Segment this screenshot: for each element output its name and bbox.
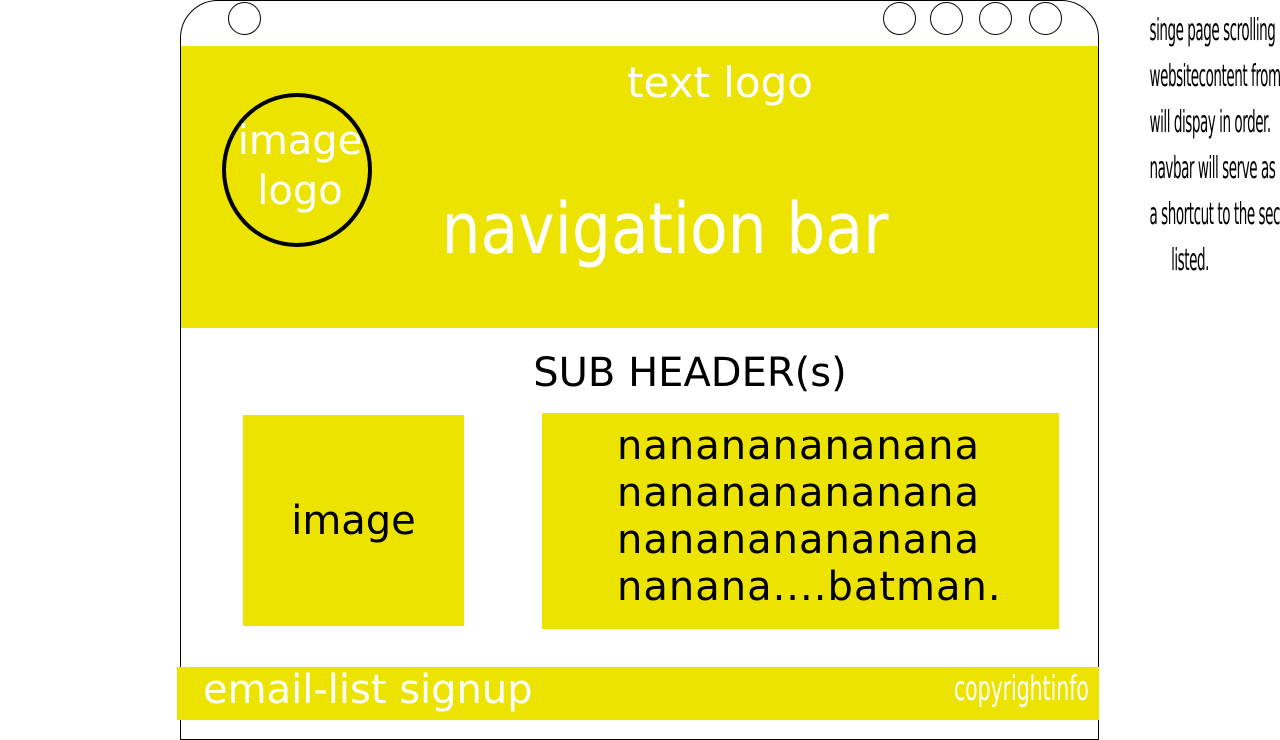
image-placeholder: image [243, 415, 464, 626]
note-line: listed. [1171, 243, 1209, 278]
note-line: will dispay in order. [1149, 105, 1272, 140]
text-line: nanananananana [617, 423, 981, 469]
note-line: a shortcut to the sections [1149, 197, 1280, 232]
note-line: navbar will serve as [1149, 151, 1276, 186]
navigation-bar-title: navigation bar [441, 188, 889, 270]
window-circle-button-left[interactable] [228, 2, 261, 35]
text-content-box: nanananananana nanananananana nanananana… [542, 413, 1059, 629]
email-list-signup[interactable]: email-list signup [203, 667, 533, 713]
window-circle-button-1[interactable] [883, 2, 916, 35]
text-content: nanananananana nanananananana nanananana… [617, 423, 1002, 611]
window-circle-button-2[interactable] [930, 2, 963, 35]
text-line: nanana....batman. [617, 564, 1002, 610]
text-line: nanananananana [617, 470, 981, 516]
copyright-info: copyrightinfo [954, 669, 1089, 709]
sub-header: SUB HEADER(s) [533, 350, 847, 396]
image-placeholder-label: image [291, 497, 416, 544]
footer: email-list signup copyrightinfo [177, 667, 1099, 720]
window-circle-button-4[interactable] [1029, 2, 1062, 35]
window-circle-button-3[interactable] [979, 2, 1012, 35]
note-line: singe page scrolling [1149, 13, 1276, 48]
note-line: websitecontent from navbar [1149, 59, 1280, 94]
image-logo-label: image logo [237, 118, 363, 214]
text-line: nanananananana [617, 517, 981, 563]
annotation-note: singe page scrolling websitecontent from… [1100, 8, 1280, 284]
